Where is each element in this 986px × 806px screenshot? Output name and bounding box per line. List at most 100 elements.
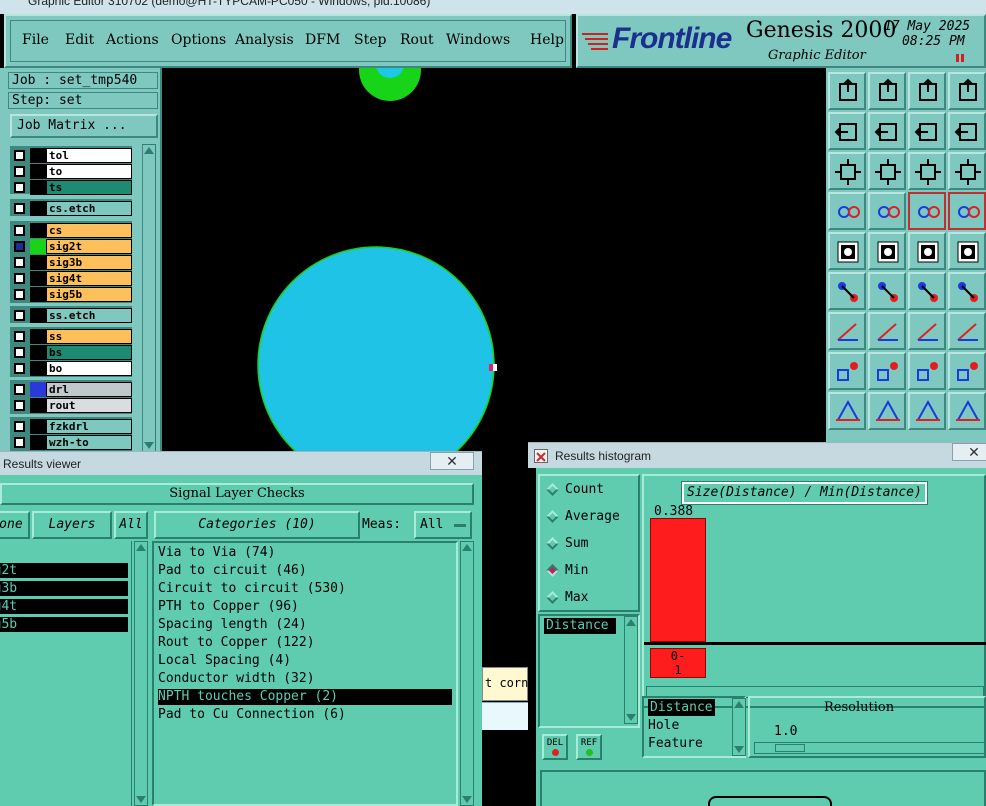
radio-diamond-icon[interactable] [546,591,559,604]
layer-checkbox[interactable] [14,225,25,236]
layer-color-swatch[interactable] [30,148,46,163]
result-layer-item[interactable]: sig2t [0,563,128,578]
layer-row-fzkdrl[interactable]: fzkdrl [12,419,132,434]
layer-name[interactable]: wzh-to [46,435,132,450]
layer-color-swatch[interactable] [30,239,46,254]
statistic-option-sum[interactable]: Sum [546,534,588,554]
layer-row-tol[interactable]: tol [12,148,132,163]
measure-c-tool-button[interactable] [908,392,946,430]
scale-tool-button[interactable] [908,352,946,390]
job-matrix-button[interactable]: Job Matrix ... [10,114,158,138]
dash-tool-button[interactable] [868,352,906,390]
layer-color-swatch[interactable] [30,419,46,434]
layer-checkbox[interactable] [14,437,25,448]
layer-name[interactable]: tol [46,148,132,163]
layer-checkbox[interactable] [14,310,25,321]
statistic-option-min[interactable]: Min [546,561,588,581]
layer-color-swatch[interactable] [30,223,46,238]
result-layer-item[interactable]: bs [0,635,128,650]
menu-windows[interactable]: Windows [446,32,510,48]
category-item[interactable]: Spacing length (24) [158,617,452,633]
layer-color-swatch[interactable] [30,345,46,360]
layer-color-swatch[interactable] [30,180,46,195]
layer-checkbox[interactable] [14,384,25,395]
layer-color-swatch[interactable] [30,271,46,286]
arc-tool-button[interactable] [908,312,946,350]
mirror-tool-button[interactable] [908,112,946,150]
fit-screen-tool-button[interactable] [828,152,866,190]
menu-help[interactable]: Help [530,32,564,48]
field-item-distance[interactable]: Distance [544,618,616,634]
s-curve-tool-button[interactable] [948,112,986,150]
category-item[interactable]: Rout to Copper (122) [158,635,452,651]
layers-button[interactable]: Layers [32,511,112,539]
category-item[interactable]: NPTH touches Copper (2) [158,689,452,705]
point-add-tool-button[interactable] [948,272,986,310]
menu-options[interactable]: Options [171,32,226,48]
menu-actions[interactable]: Actions [106,32,159,48]
layer-name[interactable]: sig4t [46,271,132,286]
layer-checkbox[interactable] [14,347,25,358]
layer-name[interactable]: sig2t [46,239,132,254]
layer-color-swatch[interactable] [30,398,46,413]
layer-checkbox[interactable] [14,331,25,342]
layer-row-ss[interactable]: ss [12,329,132,344]
category-item[interactable]: Conductor width (32) [158,671,452,687]
point-move-tool-button[interactable] [908,272,946,310]
menu-dfm[interactable]: DFM [305,32,340,48]
line-tool-button[interactable] [868,312,906,350]
pause-icon[interactable] [956,54,966,62]
layer-checkbox[interactable] [14,363,25,374]
layer-checkbox[interactable] [14,421,25,432]
category-item[interactable]: Pad to circuit (46) [158,563,452,579]
layer-checkbox[interactable] [14,241,25,252]
polygon-tool-button[interactable] [868,232,906,270]
category-item[interactable]: Circuit to circuit (530) [158,581,452,597]
results-viewer-titlebar[interactable]: Results viewer ✕ [0,451,482,475]
layer-checkbox[interactable] [14,203,25,214]
pin-up-tool-button[interactable] [828,72,866,110]
histogram-bar[interactable] [650,518,706,642]
all-layers-button[interactable]: All [114,511,148,539]
layer-row-sig3b[interactable]: sig3b [12,255,132,270]
grid-tool-button[interactable] [868,192,906,230]
layer-checkbox[interactable] [14,150,25,161]
statistic-option-average[interactable]: Average [546,507,620,527]
resolution-slider[interactable] [754,742,986,754]
bin-label[interactable]: 0- 1 [650,648,706,678]
layer-checkbox[interactable] [14,166,25,177]
layer-color-swatch[interactable] [30,255,46,270]
layer-color-swatch[interactable] [30,201,46,216]
layer-color-swatch[interactable] [30,361,46,376]
attribute-item[interactable]: Hole [648,717,679,734]
result-layer-item[interactable]: sig3b [0,581,128,596]
result-layer-item[interactable]: sig5b [0,617,128,632]
net-connect-tool-button[interactable] [948,192,986,230]
results-viewer-close-button[interactable]: ✕ [430,452,474,470]
measure-a-tool-button[interactable] [828,392,866,430]
menu-analysis[interactable]: Analysis [235,32,294,48]
layer-row-cs-etch[interactable]: cs.etch [12,201,132,216]
layer-name[interactable]: to [46,164,132,179]
statistic-option-max[interactable]: Max [546,588,588,608]
layer-name[interactable]: ss.etch [46,308,132,323]
layer-row-sig4t[interactable]: sig4t [12,271,132,286]
arrow-left-tool-button[interactable] [828,112,866,150]
field-list-scrollbar[interactable] [624,616,638,724]
graphic-canvas[interactable] [164,68,824,454]
gear-shape-tool-button[interactable] [948,352,986,390]
category-item[interactable]: Pad to Cu Connection (6) [158,707,452,723]
layer-row-to[interactable]: to [12,164,132,179]
measure-b-tool-button[interactable] [868,392,906,430]
radio-diamond-icon[interactable] [546,510,559,523]
layer-name[interactable]: ts [46,180,132,195]
layer-name[interactable]: rout [46,398,132,413]
layer-name[interactable]: drl [46,382,132,397]
category-item[interactable]: PTH to Copper (96) [158,599,452,615]
net-highlight-tool-button[interactable] [908,192,946,230]
attribute-scrollbar[interactable] [732,698,746,756]
layer-row-ts[interactable]: ts [12,180,132,195]
none-button[interactable]: None [0,511,30,539]
category-item[interactable]: Local Spacing (4) [158,653,452,669]
menu-file[interactable]: File [22,32,49,48]
